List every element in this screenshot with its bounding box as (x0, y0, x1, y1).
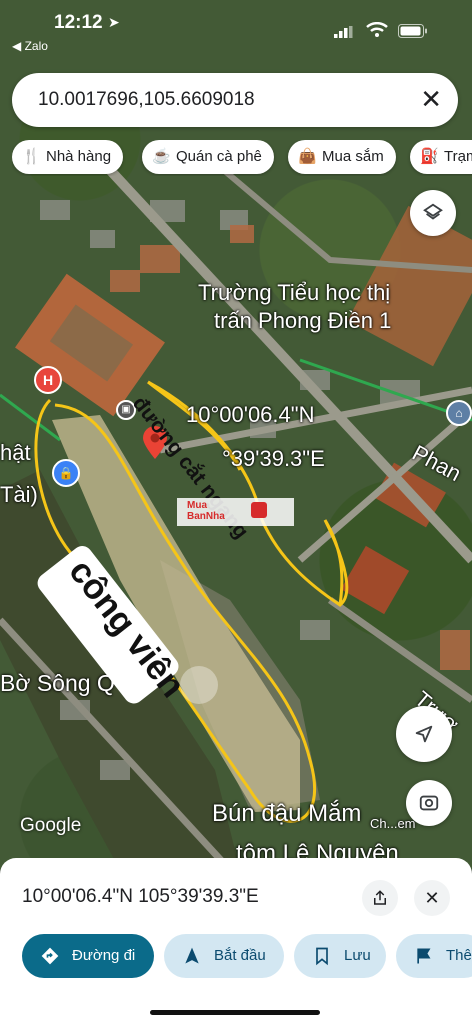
flag-icon (417, 948, 431, 964)
camera-lens-icon (419, 795, 439, 811)
coordinate-label-lat: 10°00'06.4"N (186, 402, 315, 427)
chip-shopping[interactable]: 👜 Mua sắm (288, 140, 396, 174)
directions-button[interactable]: Đường đi (22, 934, 154, 978)
chip-restaurants[interactable]: 🍴 Nhà hàng (12, 140, 124, 174)
museum-marker-icon[interactable]: ⌂ (446, 400, 472, 426)
restaurant-icon: 🍴 (22, 148, 41, 165)
restaurant-label-line1[interactable]: Bún đậu Mắm (212, 800, 361, 828)
chip-label: Mua sắm (322, 148, 384, 165)
navigation-icon (185, 947, 199, 964)
more-label: Thê (446, 947, 472, 964)
place-label-bo-song[interactable]: Bờ Sông Q (0, 670, 115, 697)
wifi-icon (366, 22, 388, 37)
category-chips: 🍴 Nhà hàng ☕ Quán cà phê 👜 Mua sắm ⛽ Trạm (12, 140, 472, 176)
save-label: Lưu (344, 947, 371, 964)
start-button[interactable]: Bắt đầu (164, 934, 284, 978)
school-label-line1[interactable]: Trường Tiểu học thị (198, 280, 390, 306)
home-indicator (150, 1010, 320, 1015)
cellular-signal-icon (334, 26, 353, 38)
place-label-ch[interactable]: Ch...em (370, 816, 416, 831)
map-view[interactable]: H 🔒 ▣ ⌂ Trường Tiểu học thị trấn Phong Đ… (0, 0, 472, 870)
layers-icon (423, 203, 443, 220)
chip-coffee[interactable]: ☕ Quán cà phê (142, 140, 274, 174)
navigation-arrow-icon (415, 725, 433, 743)
lens-button[interactable] (406, 780, 452, 826)
layers-button[interactable] (410, 190, 456, 236)
close-sheet-button[interactable]: ✕ (414, 880, 450, 916)
status-bar: 12:12 ➤ ◀ Zalo (0, 0, 472, 58)
share-button[interactable] (362, 880, 398, 916)
chip-gas[interactable]: ⛽ Trạm (410, 140, 472, 174)
more-button[interactable]: Thê (396, 934, 472, 978)
place-label-phat[interactable]: hật (0, 440, 31, 466)
close-icon: ✕ (424, 887, 440, 908)
place-label-tai[interactable]: Tài) (0, 482, 38, 508)
search-query[interactable]: 10.0017696,105.6609018 (38, 89, 255, 111)
battery-icon (398, 24, 427, 38)
save-button[interactable]: Lưu (294, 934, 386, 978)
place-sheet[interactable]: 10°00'06.4"N 105°39'39.3"E ✕ Đường đi Bắ… (0, 858, 472, 1024)
shopping-bag-icon: 👜 (298, 148, 317, 165)
watermark-logo: Mua BanNha (177, 498, 294, 526)
chip-label: Trạm (444, 148, 472, 165)
directions-label: Đường đi (72, 947, 136, 964)
directions-icon (41, 947, 59, 965)
clock: 12:12 (54, 12, 103, 33)
gas-station-icon: ⛽ (420, 148, 439, 165)
coffee-icon: ☕ (152, 148, 171, 165)
school-label-line2[interactable]: trấn Phong Điền 1 (214, 308, 391, 334)
shopping-marker-icon[interactable]: 🔒 (52, 459, 80, 487)
location-arrow-icon: ➤ (108, 14, 120, 30)
chip-label: Nhà hàng (46, 148, 112, 165)
clear-search-icon[interactable]: ✕ (420, 85, 442, 113)
coordinate-label-lng: °39'39.3"E (222, 446, 325, 471)
share-icon (374, 890, 386, 905)
back-to-app-link[interactable]: ◀ Zalo (12, 39, 48, 53)
place-coordinates: 10°00'06.4"N 105°39'39.3"E (22, 886, 259, 907)
google-logo: Google (20, 815, 82, 836)
bookmark-icon (316, 947, 328, 966)
hospital-marker-icon[interactable]: H (34, 366, 62, 394)
my-location-button[interactable] (396, 706, 452, 762)
search-bar[interactable]: 10.0017696,105.6609018 ✕ (12, 73, 458, 127)
chip-label: Quán cà phê (176, 148, 262, 165)
start-label: Bắt đầu (214, 947, 266, 964)
